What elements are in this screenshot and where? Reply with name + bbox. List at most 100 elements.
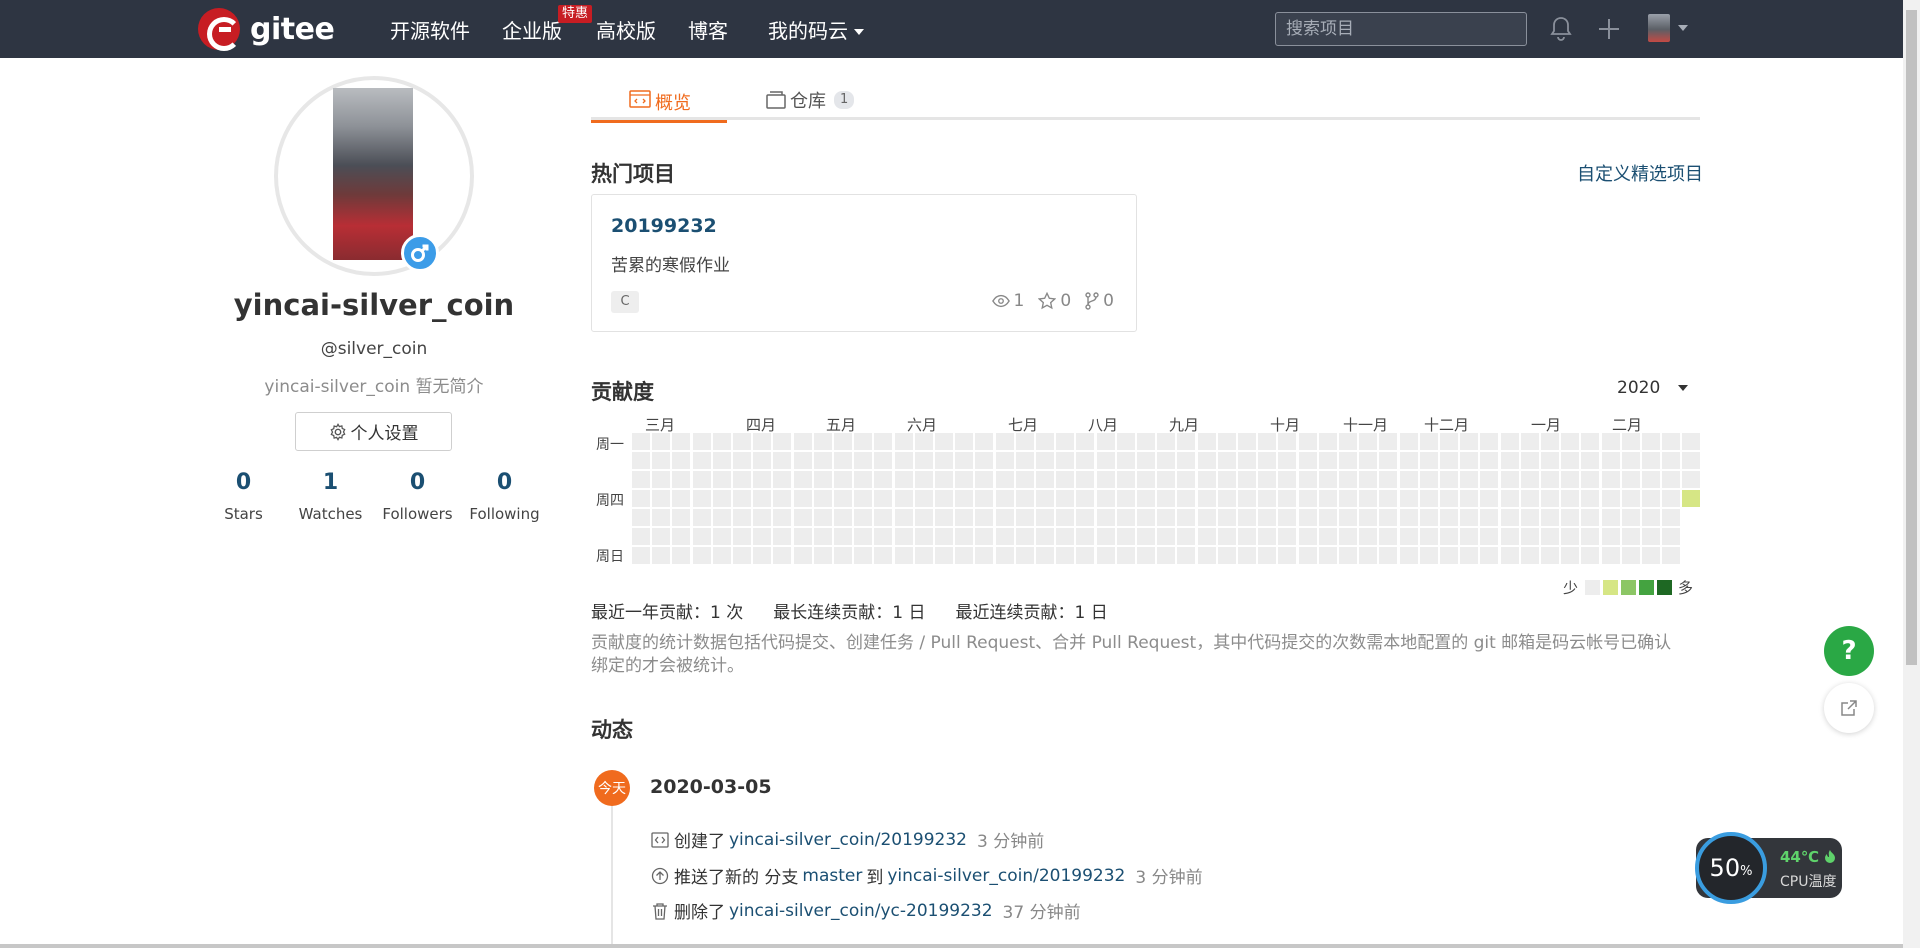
contribution-cell[interactable] (1581, 509, 1599, 526)
contribution-cell[interactable] (1319, 452, 1337, 469)
contribution-cell[interactable] (1258, 452, 1276, 469)
chevron-down-icon[interactable] (1678, 25, 1688, 31)
contribution-cell[interactable] (1278, 509, 1296, 526)
contribution-cell[interactable] (1642, 528, 1660, 545)
contribution-cell[interactable] (713, 471, 731, 488)
contribution-cell[interactable] (1359, 433, 1377, 450)
contribution-cell[interactable] (915, 509, 933, 526)
contribution-cell[interactable] (672, 471, 690, 488)
contribution-cell[interactable] (1400, 509, 1418, 526)
contribution-cell[interactable] (773, 433, 791, 450)
share-button[interactable] (1824, 683, 1874, 733)
contribution-cell[interactable] (1198, 547, 1216, 564)
contribution-cell[interactable] (1440, 433, 1458, 450)
repository-link[interactable]: yincai-silver_coin/yc-20199232 (729, 901, 993, 921)
contribution-cell[interactable] (1642, 433, 1660, 450)
contribution-cell[interactable] (1198, 528, 1216, 545)
contribution-cell[interactable] (1480, 528, 1498, 545)
contribution-cell[interactable] (632, 509, 650, 526)
contribution-cell[interactable] (733, 528, 751, 545)
contribution-cell[interactable] (1319, 547, 1337, 564)
contribution-cell[interactable] (1258, 471, 1276, 488)
contribution-cell[interactable] (854, 509, 872, 526)
contribution-cell[interactable] (1198, 452, 1216, 469)
contribution-cell[interactable] (1440, 528, 1458, 545)
contribution-cell[interactable] (1117, 452, 1135, 469)
contribution-cell[interactable] (915, 547, 933, 564)
contribution-cell[interactable] (895, 471, 913, 488)
contribution-cell[interactable] (632, 452, 650, 469)
contribution-cell[interactable] (1198, 509, 1216, 526)
contribution-cell[interactable] (1157, 547, 1175, 564)
contribution-cell[interactable] (693, 490, 711, 507)
contribution-cell[interactable] (1117, 490, 1135, 507)
contribution-cell[interactable] (1642, 490, 1660, 507)
contribution-cell[interactable] (632, 471, 650, 488)
contribution-cell[interactable] (1076, 433, 1094, 450)
contribution-cell[interactable] (955, 471, 973, 488)
contribution-cell[interactable] (996, 452, 1014, 469)
contribution-cell[interactable] (935, 490, 953, 507)
contribution-cell[interactable] (1602, 433, 1620, 450)
contribution-cell[interactable] (1258, 528, 1276, 545)
contribution-cell[interactable] (1299, 452, 1317, 469)
scrollbar-thumb[interactable] (1906, 10, 1917, 665)
contribution-cell[interactable] (1238, 452, 1256, 469)
contribution-cell[interactable] (1177, 452, 1195, 469)
contribution-cell[interactable] (1521, 433, 1539, 450)
contribution-cell[interactable] (975, 509, 993, 526)
contribution-cell[interactable] (1056, 471, 1074, 488)
contribution-cell[interactable] (1036, 528, 1054, 545)
contribution-cell[interactable] (915, 490, 933, 507)
contribution-cell[interactable] (713, 509, 731, 526)
contribution-cell[interactable] (753, 452, 771, 469)
year-selector[interactable]: 2020 (1617, 378, 1689, 398)
contribution-cell[interactable] (1218, 528, 1236, 545)
contribution-cell[interactable] (1137, 471, 1155, 488)
contribution-cell[interactable] (1056, 452, 1074, 469)
contribution-cell[interactable] (975, 433, 993, 450)
contribution-cell[interactable] (1137, 433, 1155, 450)
contribution-cell[interactable] (632, 547, 650, 564)
contribution-cell[interactable] (1319, 490, 1337, 507)
contribution-cell[interactable] (1016, 471, 1034, 488)
contribution-cell[interactable] (1400, 471, 1418, 488)
contribution-cell[interactable] (773, 547, 791, 564)
contribution-cell[interactable] (1480, 490, 1498, 507)
contribution-cell[interactable] (713, 433, 731, 450)
contribution-cell[interactable] (693, 528, 711, 545)
contribution-cell[interactable] (1561, 528, 1579, 545)
contribution-cell[interactable] (1521, 547, 1539, 564)
contribution-cell[interactable] (1339, 433, 1357, 450)
contribution-cell[interactable] (834, 509, 852, 526)
contribution-cell[interactable] (693, 452, 711, 469)
contribution-cell[interactable] (1602, 490, 1620, 507)
contribution-cell[interactable] (1480, 509, 1498, 526)
contribution-cell[interactable] (1097, 471, 1115, 488)
contribution-cell[interactable] (1501, 471, 1519, 488)
contribution-cell[interactable] (1097, 452, 1115, 469)
contribution-cell[interactable] (996, 528, 1014, 545)
contribution-cell[interactable] (1662, 490, 1680, 507)
contribution-cell[interactable] (834, 433, 852, 450)
contribution-cell[interactable] (1602, 509, 1620, 526)
contribution-cell[interactable] (1299, 490, 1317, 507)
contribution-cell[interactable] (1016, 490, 1034, 507)
contribution-cell[interactable] (1278, 452, 1296, 469)
contribution-cell[interactable] (814, 547, 832, 564)
contribution-cell[interactable] (1682, 490, 1700, 507)
contribution-cell[interactable] (1056, 490, 1074, 507)
contribution-cell[interactable] (1299, 471, 1317, 488)
contribution-cell[interactable] (733, 433, 751, 450)
contribution-cell[interactable] (1016, 452, 1034, 469)
contribution-cell[interactable] (1299, 509, 1317, 526)
contribution-cell[interactable] (632, 433, 650, 450)
contribution-cell[interactable] (996, 547, 1014, 564)
contribution-cell[interactable] (1420, 547, 1438, 564)
contribution-cell[interactable] (1541, 547, 1559, 564)
contribution-cell[interactable] (1622, 433, 1640, 450)
contribution-cell[interactable] (1137, 452, 1155, 469)
contribution-cell[interactable] (1278, 433, 1296, 450)
contribution-cell[interactable] (955, 528, 973, 545)
contribution-cell[interactable] (1602, 452, 1620, 469)
